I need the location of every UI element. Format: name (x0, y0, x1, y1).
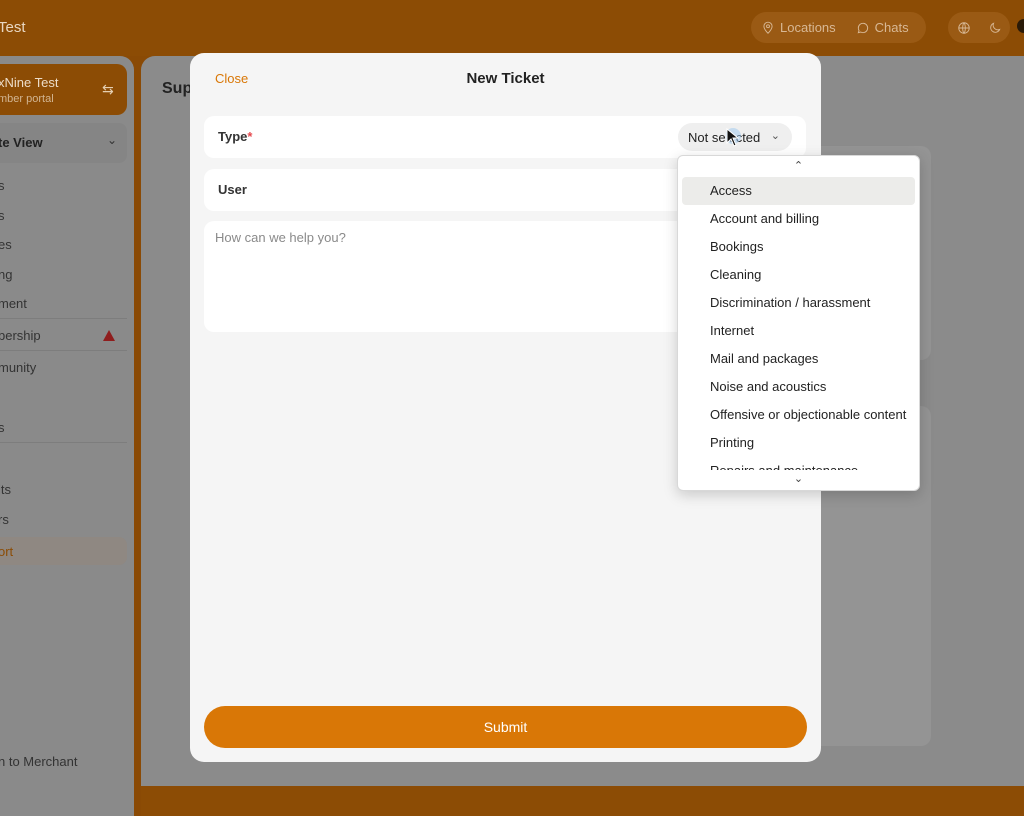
option-access[interactable]: Access (682, 177, 915, 205)
sidebar-item-1[interactable]: s (0, 178, 5, 193)
org-switcher[interactable]: xNine Test mber portal ⇆ (0, 64, 127, 115)
user-label: User (218, 182, 247, 197)
sidebar-item-4[interactable]: ng (0, 267, 12, 282)
page-title: Sup (162, 80, 193, 97)
modal-title: New Ticket (466, 70, 545, 87)
sidebar: xNine Test mber portal ⇆ te View ⌄ s s e… (0, 56, 134, 816)
type-select-value: Not selected (688, 129, 761, 145)
globe-icon[interactable] (957, 21, 971, 35)
sidebar-item-2[interactable]: s (0, 208, 5, 223)
type-field: Type* Not selected ⌄ (204, 116, 806, 158)
chevron-down-icon: ⌄ (107, 133, 118, 147)
sidebar-divider (0, 318, 127, 319)
type-options-list: Access Account and billing Bookings Clea… (678, 177, 919, 470)
mouse-cursor-icon (726, 128, 741, 147)
sidebar-item-community[interactable]: munity (0, 360, 36, 375)
option-noise[interactable]: Noise and acoustics (682, 373, 915, 401)
option-internet[interactable]: Internet (682, 317, 915, 345)
sidebar-item-support[interactable]: ort (0, 537, 127, 565)
option-mail-packages[interactable]: Mail and packages (682, 345, 915, 373)
brand-title: Test (0, 19, 26, 36)
top-icon-group (948, 12, 1010, 43)
nav-chats[interactable]: Chats (846, 20, 919, 35)
org-name: xNine Test (0, 75, 59, 90)
chevron-down-icon: ⌄ (770, 130, 780, 142)
chat-bubble-icon (857, 22, 868, 33)
view-selector-label: te View (0, 135, 43, 150)
sidebar-item-3[interactable]: es (0, 237, 12, 252)
message-placeholder: How can we help you? (215, 230, 346, 245)
sidebar-item-8[interactable]: s (0, 420, 5, 435)
nav-locations-label: Locations (780, 20, 836, 35)
sidebar-item-support-label: ort (0, 544, 14, 559)
option-printing[interactable]: Printing (682, 429, 915, 457)
scroll-down-icon[interactable]: ⌄ (678, 469, 919, 489)
org-subtitle: mber portal (0, 93, 54, 105)
option-discrimination[interactable]: Discrimination / harassment (682, 289, 915, 317)
moon-icon[interactable] (988, 21, 1002, 35)
top-nav: Locations Chats (751, 12, 926, 43)
bottom-bar (141, 786, 1024, 816)
submit-button[interactable]: Submit (204, 706, 807, 748)
scroll-up-icon[interactable]: ⌃ (678, 156, 919, 176)
sidebar-item-5[interactable]: ment (0, 296, 27, 311)
option-account-billing[interactable]: Account and billing (682, 205, 915, 233)
warning-icon (103, 330, 115, 341)
nav-locations[interactable]: Locations (751, 20, 846, 35)
required-marker: * (247, 129, 253, 144)
nav-chats-label: Chats (874, 20, 909, 35)
type-dropdown: ⌃ Access Account and billing Bookings Cl… (677, 155, 920, 491)
view-selector[interactable]: te View ⌄ (0, 123, 127, 163)
sidebar-item-membership[interactable]: bership (0, 328, 41, 343)
type-label: Type* (218, 129, 253, 144)
swap-icon: ⇆ (102, 81, 114, 97)
sidebar-item-credits[interactable]: its (0, 482, 11, 497)
option-cleaning[interactable]: Cleaning (682, 261, 915, 289)
switch-to-merchant-link[interactable]: n to Merchant (0, 754, 78, 769)
option-bookings[interactable]: Bookings (682, 233, 915, 261)
avatar[interactable] (1017, 19, 1024, 33)
top-bar: Test Locations Chats (0, 0, 1024, 56)
sidebar-item-10[interactable]: rs (0, 512, 9, 527)
option-offensive-content[interactable]: Offensive or objectionable content (682, 401, 915, 429)
sidebar-divider (0, 442, 127, 443)
location-pin-icon (763, 21, 773, 34)
sidebar-divider (0, 350, 127, 351)
